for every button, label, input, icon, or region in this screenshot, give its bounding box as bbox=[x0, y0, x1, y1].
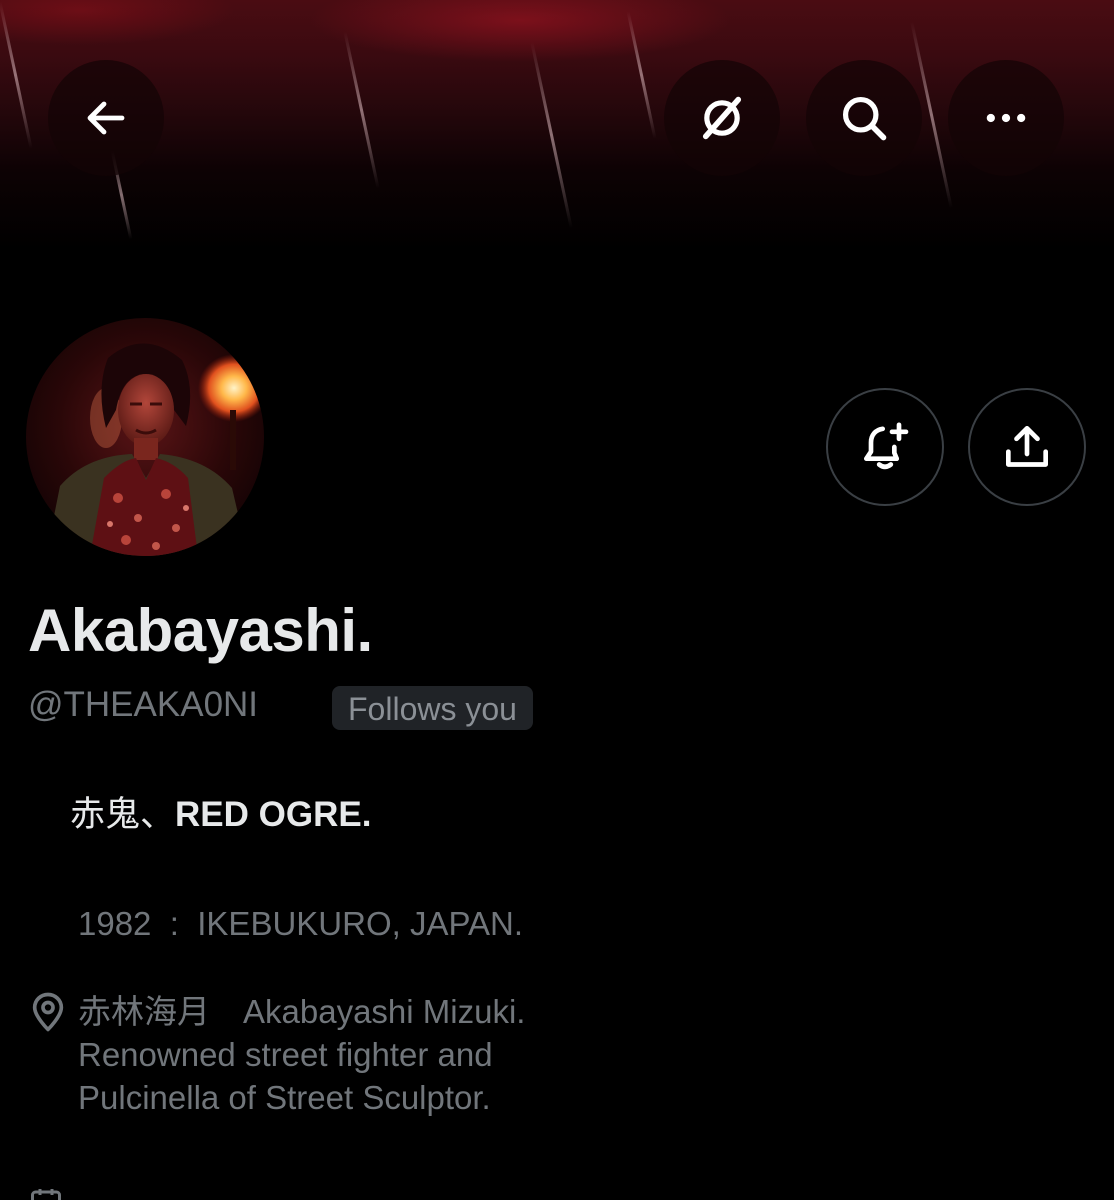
display-name: Akabayashi. bbox=[28, 597, 373, 664]
avatar-image bbox=[26, 318, 264, 556]
bio-bold-text: RED OGRE. bbox=[175, 795, 372, 834]
arrow-left-icon bbox=[87, 101, 125, 135]
banner-streak bbox=[0, 1, 33, 149]
handle: @THEAKA0NI bbox=[28, 685, 259, 724]
search-icon bbox=[842, 96, 887, 141]
location-line: Pulcinella of Street Sculptor. bbox=[78, 1079, 491, 1116]
grok-button[interactable] bbox=[664, 60, 780, 176]
location-text: 赤林海月 Akabayashi Mizuki. Renowned street … bbox=[78, 990, 698, 1119]
banner-streak bbox=[343, 31, 380, 189]
back-button[interactable] bbox=[48, 60, 164, 176]
more-horizontal-icon bbox=[986, 113, 1026, 123]
avatar[interactable] bbox=[26, 318, 264, 556]
location-line: 赤林海月 Akabayashi Mizuki. bbox=[78, 993, 526, 1030]
location-line: Renowned street fighter and bbox=[78, 1036, 493, 1073]
info-line: 1982 : IKEBUKURO, JAPAN. bbox=[78, 905, 524, 942]
banner-streak bbox=[626, 11, 657, 139]
grok-icon bbox=[702, 96, 742, 140]
profile-banner[interactable] bbox=[0, 0, 1114, 250]
bio-prefix: 赤鬼、 bbox=[70, 795, 176, 834]
search-button[interactable] bbox=[806, 60, 922, 176]
joined-date-icon bbox=[28, 1186, 64, 1200]
bio: 赤鬼、RED OGRE. bbox=[70, 786, 371, 837]
share-icon bbox=[1006, 426, 1048, 467]
share-button[interactable] bbox=[968, 388, 1086, 506]
bell-plus-icon bbox=[864, 422, 909, 470]
banner-streak bbox=[530, 41, 573, 229]
follows-you-badge: Follows you bbox=[332, 686, 533, 730]
notifications-button[interactable] bbox=[826, 388, 944, 506]
more-button[interactable] bbox=[948, 60, 1064, 176]
location-pin-icon bbox=[32, 992, 64, 1032]
